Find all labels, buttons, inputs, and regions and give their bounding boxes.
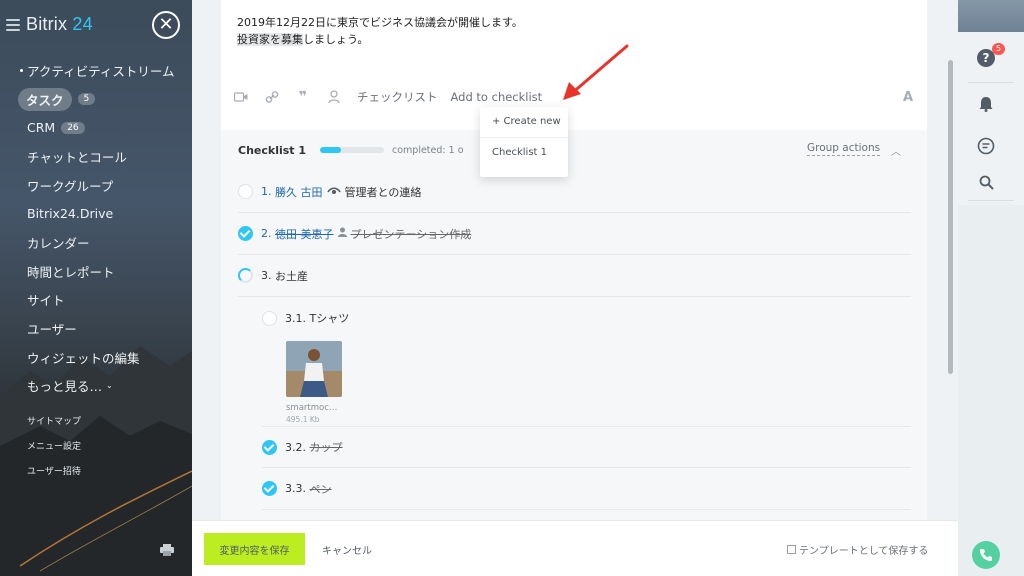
checklist-progress-bar xyxy=(320,147,384,153)
bitrix24-logo[interactable]: Bitrix 24 xyxy=(26,14,93,35)
checklist-subitem[interactable]: 3.2. カップ xyxy=(262,426,911,468)
logo-row: Bitrix 24 xyxy=(6,14,93,35)
attachment-filename[interactable]: smartmoc… xyxy=(286,403,342,413)
menu-settings-link[interactable]: メニュー設定 xyxy=(27,441,81,466)
mention-user-icon[interactable] xyxy=(326,89,342,105)
task-description[interactable]: 2019年12月22日に東京でビジネス協議会が開催します。 投資家を募集しましょ… xyxy=(237,14,523,48)
scrollbar[interactable] xyxy=(948,60,953,374)
checkbox-partial-icon[interactable] xyxy=(238,268,253,283)
checklist-title[interactable]: Checklist 1 xyxy=(238,144,320,157)
red-arrow-annotation xyxy=(563,44,629,100)
checkbox-icon[interactable] xyxy=(787,545,796,554)
checkbox-checked-icon[interactable] xyxy=(262,439,277,455)
phone-call-button[interactable] xyxy=(972,541,1000,569)
highlighted-text: 投資家を募集 xyxy=(237,33,303,46)
svg-text:?: ? xyxy=(983,51,990,65)
close-icon: ✕ xyxy=(158,14,174,35)
link-icon[interactable] xyxy=(264,89,280,105)
chevron-down-icon: ⌄ xyxy=(106,381,113,391)
video-icon[interactable] xyxy=(233,89,249,105)
checklist-item[interactable]: 1. 勝久 古田 管理者との連絡 xyxy=(238,171,911,213)
eye-observer-icon xyxy=(326,185,341,198)
phone-icon xyxy=(980,549,992,561)
cancel-button[interactable]: キャンセル xyxy=(322,542,372,557)
left-sidebar: Bitrix 24 ✕ アクティビティストリーム タスク 5 CRM 26 チャット… xyxy=(0,0,192,576)
search-button[interactable] xyxy=(972,168,1000,196)
responsible-person-link[interactable]: 勝久 古田 xyxy=(275,184,323,200)
checklist-item[interactable]: 2. 徳田 美恵子 プレゼンテーション作成 xyxy=(238,213,911,255)
messenger-button[interactable] xyxy=(972,132,1000,160)
tasks-count-badge: 5 xyxy=(77,93,96,106)
sidebar-menu: アクティビティストリーム タスク 5 CRM 26 チャットとコール ワークグループ… xyxy=(0,56,192,400)
notifications-button[interactable] xyxy=(972,90,1000,118)
checklist-section: Checklist 1 completed: 1 o Group actions… xyxy=(221,130,927,520)
right-panel-divider xyxy=(968,82,1014,83)
bell-icon xyxy=(979,97,993,112)
checklist-1-option[interactable]: Checklist 1 xyxy=(480,137,568,167)
create-new-checklist-option[interactable]: + Create new xyxy=(480,107,568,137)
attachment-size: 495.1 Kb xyxy=(286,415,320,424)
save-as-template-checkbox[interactable]: テンプレートとして保存する xyxy=(787,542,928,557)
sidebar-item-drive[interactable]: Bitrix24.Drive xyxy=(0,199,192,228)
right-panel: ? 5 xyxy=(958,0,1024,576)
sidebar-item-tasks[interactable]: タスク 5 xyxy=(0,85,192,114)
close-sidebar-button[interactable]: ✕ xyxy=(152,11,180,39)
checkbox-icon[interactable] xyxy=(262,310,277,326)
main-content: 2019年12月22日に東京でビジネス協議会が開催します。 投資家を募集しましょ… xyxy=(192,0,958,576)
checkbox-icon[interactable] xyxy=(238,184,253,199)
chat-icon xyxy=(977,137,995,155)
sidebar-item-activity-stream[interactable]: アクティビティストリーム xyxy=(0,56,192,85)
bullet-icon xyxy=(20,69,23,72)
checklist-subitem[interactable]: 3.3. ペン xyxy=(262,468,911,510)
crm-count-badge: 26 xyxy=(61,121,85,134)
burger-menu-icon[interactable] xyxy=(6,18,20,31)
checkbox-checked-icon[interactable] xyxy=(238,226,253,241)
checklist-header: Checklist 1 completed: 1 o Group actions… xyxy=(238,142,908,158)
quote-icon[interactable]: ❞ xyxy=(295,89,311,105)
sidebar-item-widgets[interactable]: ウィジェットの編集 xyxy=(0,343,192,372)
add-to-checklist-dropdown: + Create new Checklist 1 xyxy=(480,107,568,177)
right-panel-header xyxy=(958,0,1024,32)
group-actions-link[interactable]: Group actions xyxy=(807,142,881,156)
task-edit-card: 2019年12月22日に東京でビジネス協議会が開催します。 投資家を募集しましょ… xyxy=(221,0,927,520)
right-panel-divider xyxy=(968,200,1014,201)
right-panel-lower xyxy=(958,205,1024,576)
completed-counter: completed: 1 o xyxy=(392,144,464,156)
sidebar-item-calendar[interactable]: カレンダー xyxy=(0,228,192,257)
sidebar-item-users[interactable]: ユーザー xyxy=(0,314,192,343)
search-icon xyxy=(979,175,994,190)
footer-bar: 変更内容を保存 キャンセル テンプレートとして保存する xyxy=(192,520,958,576)
responsible-person-link[interactable]: 徳田 美恵子 xyxy=(275,226,334,242)
sidebar-item-sites[interactable]: サイト xyxy=(0,286,192,315)
checklist-subitem[interactable]: 3.1. Tシャツ xyxy=(262,297,911,339)
sidebar-item-crm[interactable]: CRM 26 xyxy=(0,113,192,142)
sidebar-item-more[interactable]: もっと見る… ⌄ xyxy=(0,372,192,401)
add-to-checklist-button[interactable]: Add to checklist xyxy=(451,90,543,104)
attachment-image[interactable] xyxy=(286,341,342,397)
sidebar-item-time-reports[interactable]: 時間とレポート xyxy=(0,257,192,286)
sidebar-item-workgroups[interactable]: ワークグループ xyxy=(0,171,192,200)
user-icon xyxy=(337,227,347,240)
printer-icon[interactable] xyxy=(160,544,174,556)
sitemap-link[interactable]: サイトマップ xyxy=(27,416,81,441)
attachment-thumbnail[interactable]: smartmoc… 495.1 Kb xyxy=(286,341,342,424)
chevron-up-icon[interactable]: ︿ xyxy=(891,143,901,158)
text-format-icon[interactable]: A xyxy=(903,90,913,105)
notification-badge: 5 xyxy=(992,43,1006,55)
checklist-toolbar-button[interactable]: チェックリスト xyxy=(357,89,438,105)
checklist-item[interactable]: 3. お土産 xyxy=(238,255,911,297)
invite-users-link[interactable]: ユーザー招待 xyxy=(27,466,81,491)
progress-fill xyxy=(320,147,342,153)
checkbox-checked-icon[interactable] xyxy=(262,481,277,496)
sidebar-footer-menu: サイトマップ メニュー設定 ユーザー招待 xyxy=(27,416,81,491)
sidebar-item-chat[interactable]: チャットとコール xyxy=(0,142,192,171)
save-changes-button[interactable]: 変更内容を保存 xyxy=(204,533,305,565)
